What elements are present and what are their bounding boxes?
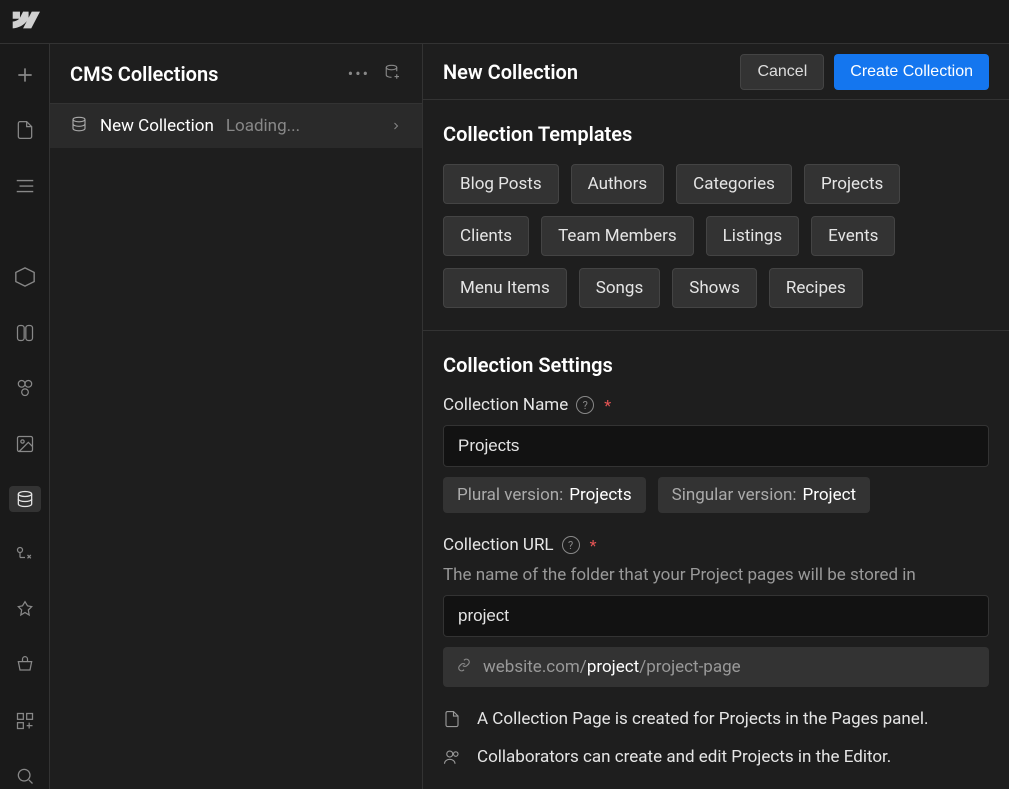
template-chip[interactable]: Recipes [769,268,863,308]
help-icon[interactable]: ? [562,536,580,554]
collection-name-label: Collection Name [443,395,568,415]
new-collection-icon[interactable] [384,63,402,85]
collection-item-label: New Collection [100,116,214,136]
sidebar-header: CMS Collections ••• [50,44,422,104]
required-indicator: * [590,536,597,555]
template-chip[interactable]: Categories [676,164,792,204]
help-icon[interactable]: ? [576,396,594,414]
page-icon [443,710,461,728]
template-chip[interactable]: Shows [672,268,757,308]
add-icon[interactable] [9,62,41,87]
variables-icon[interactable] [9,320,41,345]
info-collab-row: Collaborators can create and edit Projec… [443,747,989,767]
pages-icon[interactable] [9,117,41,142]
cms-icon[interactable] [9,486,41,511]
more-icon[interactable]: ••• [348,64,370,83]
chevron-right-icon [390,117,402,136]
database-icon [70,115,88,137]
templates-title: Collection Templates [443,122,989,146]
template-chip[interactable]: Team Members [541,216,694,256]
topbar [0,0,1009,44]
templates-section: Collection Templates Blog Posts Authors Ca… [423,100,1009,330]
template-chip[interactable]: Songs [579,268,661,308]
style-icon[interactable] [9,376,41,401]
template-chip[interactable]: Blog Posts [443,164,559,204]
info-page-text: A Collection Page is created for Project… [477,709,928,729]
template-chip[interactable]: Menu Items [443,268,567,308]
assets-icon[interactable] [9,431,41,456]
settings-section: Collection Settings Collection Name ? * … [423,331,1009,789]
collaborators-icon [443,748,461,766]
collection-url-label: Collection URL [443,535,554,555]
webflow-logo-icon[interactable] [12,11,40,33]
template-chip[interactable]: Events [811,216,895,256]
page-title: New Collection [443,60,578,84]
collection-name-field: Collection Name ? * Plural version: Proj… [443,395,989,513]
sidebar-title: CMS Collections [70,62,218,86]
content-pane: New Collection Cancel Create Collection … [423,44,1009,789]
collection-list-item[interactable]: New Collection Loading... [50,104,422,148]
info-collab-text: Collaborators can create and edit Projec… [477,747,891,767]
tool-rail [0,44,50,789]
navigator-icon[interactable] [9,173,41,198]
components-icon[interactable] [9,265,41,290]
singular-version-pill[interactable]: Singular version: Project [658,477,870,513]
cms-sidebar: CMS Collections ••• New Collection Loadi… [50,44,423,789]
ecommerce-icon[interactable] [9,653,41,678]
settings-title: Collection Settings [443,353,989,377]
plural-version-pill[interactable]: Plural version: Projects [443,477,646,513]
template-chip[interactable]: Listings [706,216,799,256]
collection-url-input[interactable] [443,595,989,637]
url-preview: website.com/project/project-page [443,647,989,687]
template-chip[interactable]: Projects [804,164,900,204]
users-icon[interactable] [9,597,41,622]
collection-url-description: The name of the folder that your Project… [443,565,989,585]
collection-url-field: Collection URL ? * The name of the folde… [443,535,989,687]
cancel-button[interactable]: Cancel [740,54,824,90]
template-chip[interactable]: Authors [571,164,665,204]
required-indicator: * [604,396,611,415]
content-header: New Collection Cancel Create Collection [423,44,1009,100]
template-chip[interactable]: Clients [443,216,529,256]
link-icon [457,657,471,677]
collection-item-status: Loading... [226,116,300,136]
info-page-row: A Collection Page is created for Project… [443,709,989,729]
create-collection-button[interactable]: Create Collection [834,54,989,90]
apps-icon[interactable] [9,708,41,733]
logic-icon[interactable] [9,542,41,567]
collection-name-input[interactable] [443,425,989,467]
search-icon[interactable] [9,764,41,789]
